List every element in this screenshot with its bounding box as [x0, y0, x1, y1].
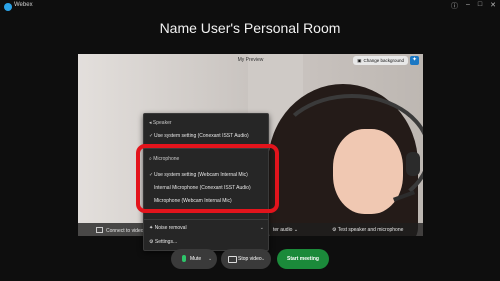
- webex-logo-icon: [4, 3, 12, 11]
- settings-item[interactable]: ⚙ Settings...: [149, 239, 177, 245]
- speaker-header: ◂ Speaker: [149, 120, 172, 126]
- gear-icon: ⚙: [149, 239, 154, 245]
- window-controls: ⓘ – □ ✕: [451, 1, 496, 11]
- audio-button[interactable]: ter audio ⌄: [273, 227, 298, 233]
- monitor-icon: [96, 227, 103, 233]
- info-icon[interactable]: ⓘ: [451, 1, 458, 11]
- chevron-down-icon[interactable]: ⌄: [260, 225, 264, 231]
- mute-button[interactable]: Mute ⌄: [171, 249, 217, 269]
- start-meeting-button[interactable]: Start meeting: [277, 249, 329, 269]
- camera-icon: [228, 256, 237, 263]
- maximize-icon[interactable]: □: [478, 1, 482, 11]
- sparkle-icon: ✦: [149, 225, 154, 231]
- connect-to-video-button[interactable]: Connect to video: [96, 227, 144, 234]
- close-icon[interactable]: ✕: [490, 1, 496, 11]
- chevron-down-icon[interactable]: ⌄: [261, 249, 265, 269]
- chevron-down-icon[interactable]: ⌄: [208, 249, 212, 269]
- test-speaker-mic-button[interactable]: ⚙ Test speaker and microphone: [332, 227, 403, 233]
- background-icon: ▣: [357, 58, 362, 63]
- highlight-box: [136, 144, 279, 213]
- microphone-icon: [182, 255, 186, 262]
- stop-video-button[interactable]: Stop video ⌄: [221, 249, 271, 269]
- speaker-icon: ◂: [149, 120, 152, 126]
- minimize-icon[interactable]: –: [466, 1, 470, 11]
- background-options-button[interactable]: ✦: [410, 56, 419, 65]
- meeting-controls: Mute ⌄ Stop video ⌄ Start meeting: [0, 249, 500, 269]
- page-title: Name User's Personal Room: [159, 20, 341, 36]
- headset-earcup: [406, 152, 420, 176]
- change-background-button[interactable]: ▣ Change background: [353, 56, 408, 65]
- app-name: Webex: [14, 2, 33, 8]
- noise-removal-item[interactable]: ✦ Noise removal: [149, 225, 187, 231]
- menu-divider: [144, 219, 268, 220]
- test-icon: ⚙: [332, 227, 337, 233]
- speaker-item[interactable]: ✓Use system setting (Conexant ISST Audio…: [149, 133, 249, 139]
- title-bar: Webex ⓘ – □ ✕: [0, 0, 500, 14]
